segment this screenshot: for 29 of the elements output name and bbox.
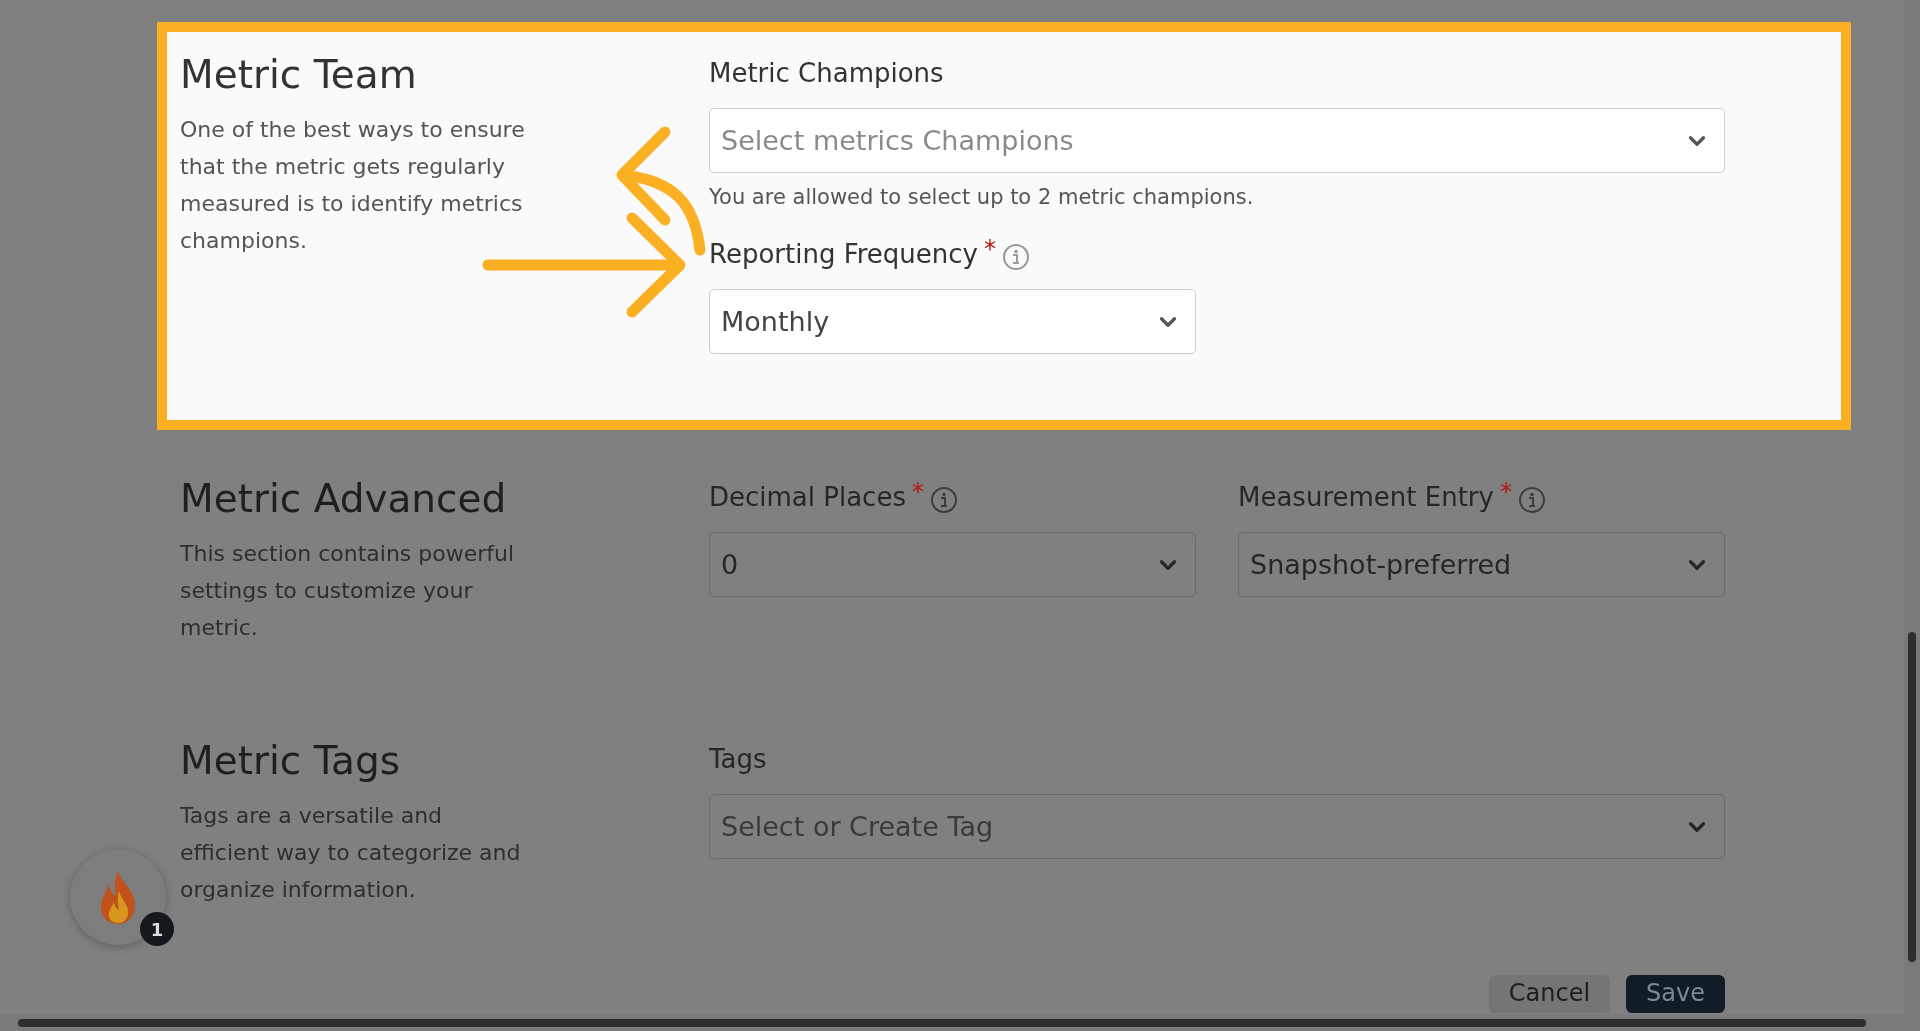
field-label: Tags — [709, 744, 767, 774]
select-field[interactable]: Monthly — [709, 289, 1196, 354]
field-label: Measurement Entry — [1238, 482, 1494, 512]
save-button[interactable]: Save — [1626, 975, 1725, 1013]
section-description: One of the best ways to ensure that the metric gets regularly measured is to identify metrics champions. — [180, 116, 525, 255]
info-icon[interactable] — [1002, 243, 1030, 271]
field-label: Metric Champions — [709, 58, 944, 88]
section-title: Metric Tags — [180, 738, 401, 783]
field-label: Decimal Places — [709, 482, 906, 512]
section-title: Metric Advanced — [180, 476, 508, 521]
section-title: Metric Team — [180, 52, 418, 97]
flame-widget[interactable] — [70, 849, 166, 945]
required-mark: * — [984, 239, 996, 259]
field-label: Reporting Frequency — [709, 239, 978, 269]
select-field[interactable]: 0 — [709, 532, 1196, 597]
select-field[interactable]: Select metrics Champions — [709, 108, 1725, 173]
required-mark: * — [1499, 482, 1512, 502]
section-description: This section contains powerful settings to customize your metric. — [180, 540, 516, 642]
section-description: Tags are a versatile and efficient way to categorize and organize information. — [180, 802, 522, 904]
info-icon[interactable] — [1517, 486, 1546, 514]
field-hint: You are allowed to select up to 2 metric champions. — [709, 185, 1255, 209]
cancel-button[interactable]: Cancel — [1488, 975, 1611, 1013]
info-icon[interactable] — [929, 486, 958, 514]
select-field[interactable]: Select or Create Tag — [709, 794, 1725, 859]
notification-badge: 1 — [140, 912, 174, 946]
select-field[interactable]: Snapshot-preferred — [1238, 532, 1725, 597]
vertical-scrollbar[interactable] — [1904, 0, 1920, 1015]
horizontal-scrollbar[interactable] — [0, 1015, 1920, 1031]
required-mark: * — [911, 482, 924, 502]
